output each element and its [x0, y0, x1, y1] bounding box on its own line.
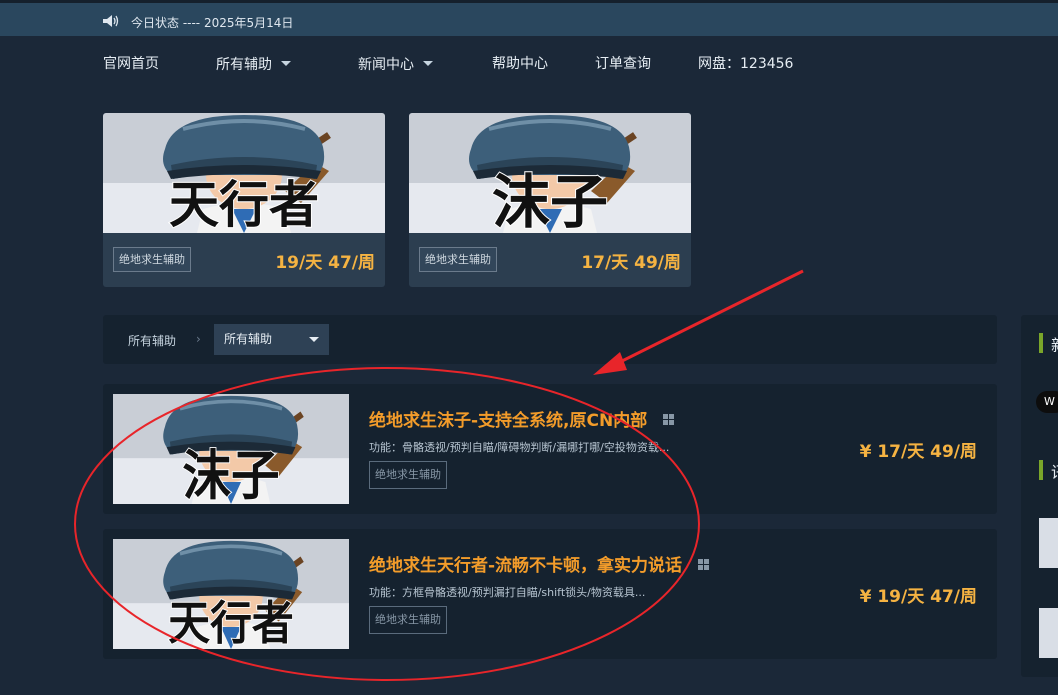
filter-bar: 所有辅助 › 所有辅助 — [103, 315, 997, 364]
category-tag[interactable]: 绝地求生辅助 — [369, 606, 447, 634]
breadcrumb-separator-icon: › — [196, 332, 201, 346]
price: ¥ 19/天 47/周 — [859, 587, 977, 607]
nav-all-assist[interactable]: 所有辅助 — [216, 54, 291, 74]
category-select-value: 所有辅助 — [224, 332, 273, 346]
product-title[interactable]: 绝地求生天行者-流畅不卡顿，拿实力说话 — [369, 551, 709, 576]
product-image[interactable]: 沫子 — [113, 394, 349, 504]
category-select[interactable]: 所有辅助 — [214, 324, 329, 355]
product-description: 功能：方框骨骼透视/预判漏打自瞄/shift锁头/物资载具... — [369, 586, 646, 599]
sidebar-heading: 讯 — [1051, 459, 1058, 483]
main-nav: 官网首页 所有辅助 新闻中心 帮助中心 订单查询 网盘：123456 — [0, 36, 1058, 86]
sidebar-thumbnail[interactable] — [1039, 608, 1058, 658]
product-title[interactable]: 绝地求生沫子-支持全系统,原CN内部 — [369, 406, 675, 431]
sidebar-pill[interactable]: W — [1036, 391, 1058, 413]
category-tag[interactable]: 绝地求生辅助 — [369, 461, 447, 489]
product-image-text: 天行者 — [168, 597, 294, 649]
status-text: 今日状态 ---- 2025年5月14日 — [131, 16, 294, 30]
sidebar-thumbnail[interactable] — [1039, 518, 1058, 568]
nav-netdisk[interactable]: 网盘：123456 — [698, 53, 793, 73]
windows-icon — [663, 414, 675, 425]
product-description: 功能：骨骼透视/预判自瞄/障碍物判断/漏哪打哪/空投物资载... — [369, 441, 670, 454]
price: 17/天 49/周 — [581, 253, 681, 273]
nav-news[interactable]: 新闻中心 — [358, 54, 433, 74]
price: ¥ 17/天 49/周 — [859, 442, 977, 462]
right-sidebar: 新 W 讯 — [1021, 315, 1058, 677]
announcement-bar: 今日状态 ---- 2025年5月14日 — [0, 0, 1058, 36]
caret-down-icon — [281, 61, 291, 66]
speaker-icon — [103, 15, 119, 27]
nav-orders[interactable]: 订单查询 — [595, 53, 651, 73]
product-image: 沫子 — [409, 113, 691, 233]
breadcrumb[interactable]: 所有辅助 — [128, 332, 176, 349]
caret-down-icon — [423, 61, 433, 66]
section-marker — [1039, 460, 1043, 480]
price: 19/天 47/周 — [275, 253, 375, 273]
nav-help[interactable]: 帮助中心 — [492, 53, 548, 73]
product-image-text: 天行者 — [169, 176, 319, 233]
product-row-mozi[interactable]: 沫子 绝地求生沫子-支持全系统,原CN内部 功能：骨骼透视/预判自瞄/障碍物判断… — [103, 384, 997, 514]
product-image[interactable]: 天行者 — [113, 539, 349, 649]
product-image-text: 沫子 — [182, 446, 279, 504]
product-card-mozi[interactable]: 沫子 绝地求生辅助 17/天 49/周 — [409, 113, 691, 287]
sidebar-heading: 新 — [1051, 332, 1058, 356]
product-card-tianxingzhe[interactable]: 天行者 绝地求生辅助 19/天 47/周 — [103, 113, 385, 287]
category-tag[interactable]: 绝地求生辅助 — [113, 247, 191, 272]
caret-down-icon — [309, 337, 319, 342]
product-image: 天行者 — [103, 113, 385, 233]
product-image-text: 沫子 — [492, 168, 608, 233]
section-marker — [1039, 333, 1043, 353]
product-row-tianxingzhe[interactable]: 天行者 绝地求生天行者-流畅不卡顿，拿实力说话 功能：方框骨骼透视/预判漏打自瞄… — [103, 529, 997, 659]
windows-icon — [697, 559, 709, 570]
nav-home[interactable]: 官网首页 — [103, 53, 159, 73]
category-tag[interactable]: 绝地求生辅助 — [419, 247, 497, 272]
